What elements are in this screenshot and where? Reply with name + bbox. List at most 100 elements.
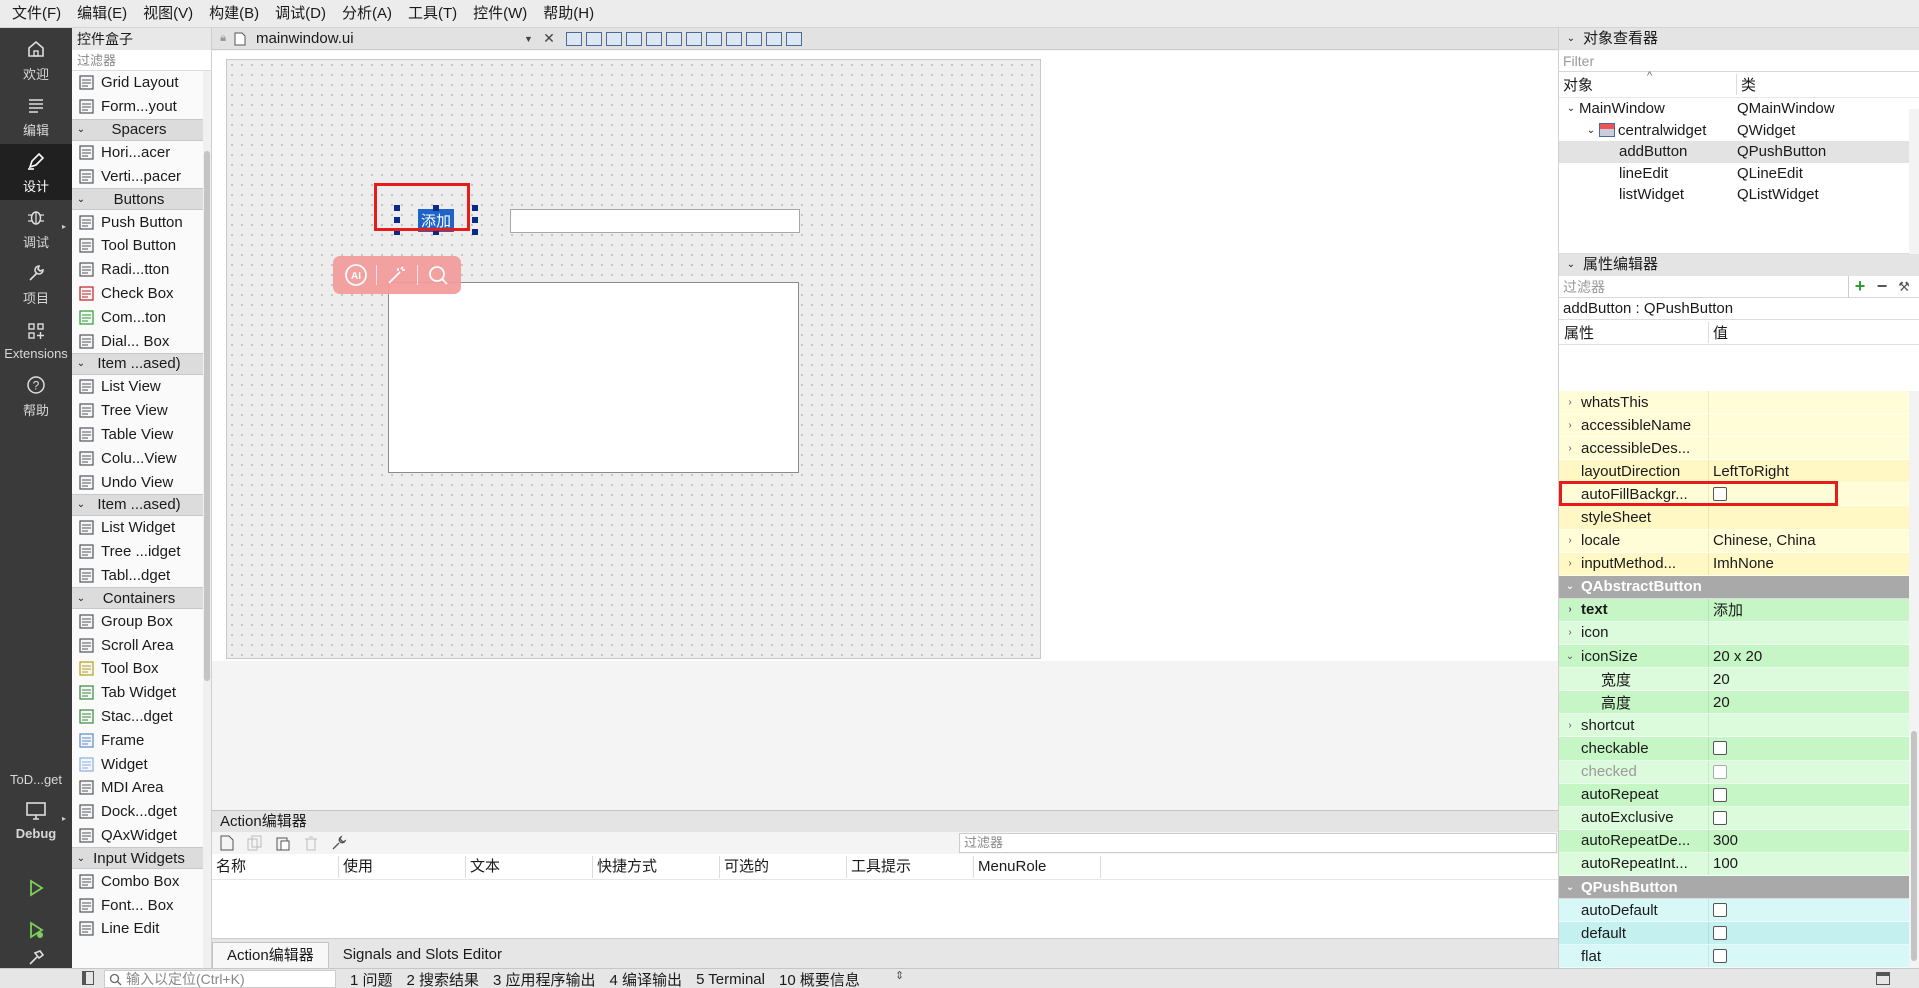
edit-tab-order-icon[interactable] [626,31,642,46]
run-button[interactable] [0,868,72,910]
property-checkbox[interactable] [1713,903,1727,918]
object-tree-row[interactable]: ⌄ centralwidget QWidget [1559,120,1919,142]
action-column-header[interactable]: 快捷方式 [593,855,720,878]
property-row[interactable]: autoRepeatDe... 300 [1559,829,1909,853]
action-column-header[interactable]: 名称 [212,855,339,878]
property-value-cell[interactable]: 添加 [1709,599,1743,620]
widget-box-item[interactable]: Push Button [72,210,204,234]
property-checkbox[interactable] [1713,741,1727,756]
mode-project[interactable]: 项目 [0,256,72,312]
property-row[interactable]: autoExclusive [1559,806,1909,830]
widget-box-item[interactable]: Tree ...idget [72,540,204,564]
output-pane-tab[interactable]: 1 问题 [350,969,393,988]
output-pane-tab[interactable]: 3 应用程序输出 [493,969,596,988]
menu-item[interactable]: 构建(B) [201,0,267,28]
property-value-cell[interactable]: 20 [1709,694,1730,711]
output-pane-tab[interactable]: 5 Terminal [696,971,765,988]
action-filter-input[interactable]: 过滤器 [959,833,1557,853]
widget-box-item[interactable]: Tool Box [72,657,204,681]
line-edit-widget[interactable] [510,209,800,233]
menu-item[interactable]: 分析(A) [334,0,400,28]
target-selector[interactable]: Debug ▸ [0,792,72,848]
widget-box-item[interactable]: Tab Widget [72,681,204,705]
property-checkbox[interactable] [1713,949,1727,964]
add-property-icon[interactable]: + [1849,276,1871,297]
scrollbar-thumb[interactable] [1911,731,1917,961]
design-canvas[interactable]: 添加 AI [212,51,1558,661]
updown-arrows-icon[interactable]: ⇕ [895,969,904,982]
output-pane-tab[interactable]: 10 概要信息 [779,969,860,988]
widget-category[interactable]: ⌄ Input Widgets [72,847,204,870]
layout-v-splitter-icon[interactable] [706,31,722,46]
property-row[interactable]: autoRepeat [1559,783,1909,807]
widget-box-item[interactable]: Tree View [72,399,204,423]
chevron-right-icon[interactable]: › [1559,720,1581,731]
edit-widgets-icon[interactable] [566,31,582,46]
widget-box-item[interactable]: Tabl...dget [72,564,204,588]
scrollbar-thumb[interactable] [204,151,210,681]
property-row[interactable]: › text 添加 [1559,598,1909,622]
property-row[interactable]: › accessibleName [1559,414,1909,438]
widget-box-item[interactable]: Colu...View [72,446,204,470]
adjust-size-icon[interactable] [786,31,802,46]
object-tree-row[interactable]: ⌄ MainWindow QMainWindow [1559,98,1919,120]
chevron-down-icon[interactable]: ⌄ [1559,651,1581,662]
configure-icon[interactable]: ⚒ [1893,279,1915,295]
widget-box-item[interactable]: Grid Layout [72,71,204,95]
property-filter-input[interactable]: 过滤器 [1559,275,1849,298]
mode-welcome[interactable]: 欢迎 [0,32,72,88]
widget-box-item[interactable]: Check Box [72,282,204,306]
edit-buddies-icon[interactable] [606,31,622,46]
property-scrollbar[interactable] [1909,391,1919,968]
action-column-header[interactable]: 工具提示 [847,855,974,878]
property-value-cell[interactable] [1709,926,1727,941]
property-value-cell[interactable]: LeftToRight [1709,463,1789,480]
property-row[interactable]: › inputMethod... ImhNone [1559,552,1909,576]
ai-icon[interactable]: AI [342,261,370,289]
widget-box-item[interactable]: Tool Button [72,234,204,258]
locator-search-input[interactable]: 输入以定位(Ctrl+K) [104,970,336,988]
property-row[interactable]: 宽度 20 [1559,668,1909,692]
property-row[interactable]: › locale Chinese, China [1559,529,1909,553]
edit-signals-icon[interactable] [586,31,602,46]
chevron-right-icon[interactable]: › [1559,558,1581,569]
widget-box-item[interactable]: Line Edit [72,917,204,941]
widget-box-item[interactable]: Widget [72,752,204,776]
menu-item[interactable]: 编辑(E) [69,0,135,28]
property-row[interactable]: autoRepeatInt... 100 [1559,852,1909,876]
property-row[interactable]: 高度 20 [1559,691,1909,715]
chevron-down-icon[interactable]: ⌄ [1563,103,1579,114]
new-action-icon[interactable] [218,834,236,852]
widget-box-scrollbar[interactable] [203,71,211,968]
widget-box-item[interactable]: Font... Box [72,893,204,917]
build-button[interactable] [0,948,72,970]
widget-box-item[interactable]: Com...ton [72,305,204,329]
output-pane-tab[interactable]: 2 搜索结果 [407,969,480,988]
property-row[interactable]: default [1559,922,1909,946]
property-row[interactable]: layoutDirection LeftToRight [1559,460,1909,484]
property-value-cell[interactable]: 100 [1709,855,1738,872]
menu-item[interactable]: 调试(D) [267,0,334,28]
chevron-right-icon[interactable]: › [1559,627,1581,638]
chevron-down-icon[interactable]: ⌄ [1583,125,1599,136]
action-column-header[interactable]: 可选的 [720,855,847,878]
widget-category[interactable]: ⌄ Containers [72,587,204,610]
property-section-header[interactable]: ⌄ QPushButton [1559,875,1909,900]
object-tree-row[interactable]: lineEdit QLineEdit [1559,163,1919,185]
property-value-cell[interactable] [1709,787,1727,802]
property-value-cell[interactable] [1709,949,1727,964]
document-tab[interactable]: 🔒︎ mainwindow.ui ▼ ✕ [212,28,558,50]
chevron-right-icon[interactable]: › [1559,535,1581,546]
property-value-cell[interactable]: 20 [1709,671,1730,688]
property-row[interactable]: autoDefault [1559,899,1909,923]
widget-box-item[interactable]: List Widget [72,516,204,540]
widget-box-item[interactable]: Dial... Box [72,329,204,353]
layout-vertical-icon[interactable] [666,31,682,46]
search-icon[interactable] [424,261,452,289]
chevron-right-icon[interactable]: › [1559,397,1581,408]
layout-horizontal-icon[interactable] [646,31,662,46]
property-row[interactable]: styleSheet [1559,506,1909,530]
property-value-cell[interactable] [1709,903,1727,918]
mode-edit[interactable]: 编辑 [0,88,72,144]
property-value-cell[interactable]: 20 x 20 [1709,648,1762,665]
